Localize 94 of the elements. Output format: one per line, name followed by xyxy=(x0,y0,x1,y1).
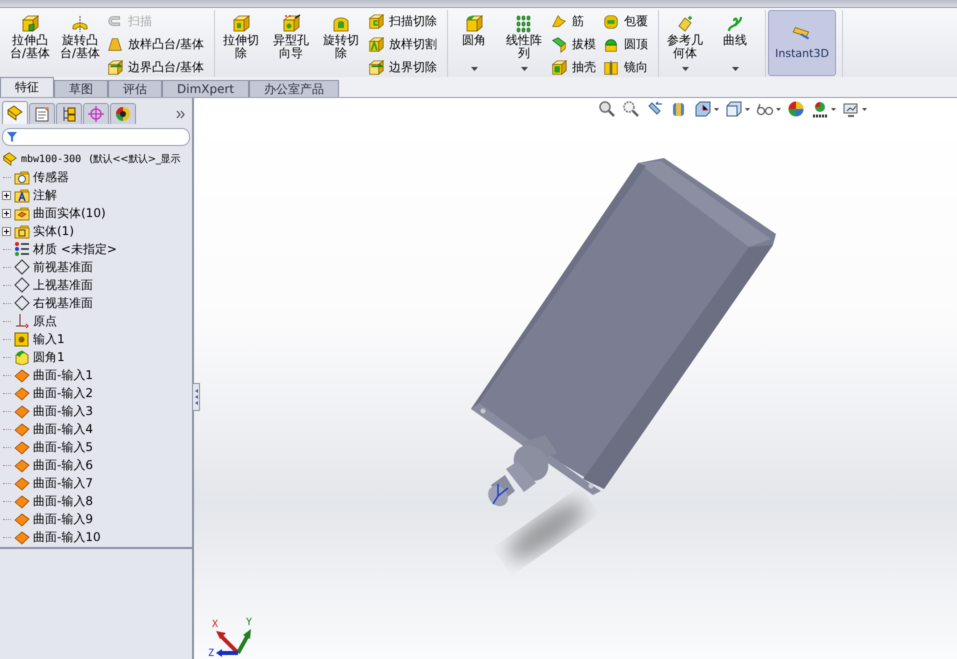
toolbar-button[interactable]: 异型孔向导 xyxy=(267,10,316,74)
toolbar-button[interactable]: 参考几何体 xyxy=(661,10,710,74)
caret-icon[interactable] xyxy=(682,67,689,71)
panel-tab[interactable] xyxy=(110,103,136,124)
tree-item[interactable]: 曲面-输入1 xyxy=(2,366,192,384)
toolbar-button[interactable]: 旋转凸台/基体 xyxy=(56,10,104,74)
arrows-icon xyxy=(194,388,198,406)
tree-item[interactable]: mbw100-300 (默认<<默认>_显示 xyxy=(2,150,192,168)
surface-icon xyxy=(14,457,30,473)
caret-icon[interactable] xyxy=(470,67,478,71)
panel-tab[interactable] xyxy=(2,101,28,124)
tree-item[interactable]: 圆角1 xyxy=(2,348,192,366)
origin-icon xyxy=(14,313,30,329)
tree-item[interactable]: 右视基准面 xyxy=(2,294,192,312)
tab[interactable]: DimXpert xyxy=(162,80,250,97)
tree-item[interactable]: 曲面实体(10) xyxy=(2,204,192,222)
toggle-button[interactable]: Instant3D xyxy=(768,10,836,76)
zoom-fit-icon[interactable] xyxy=(598,100,616,118)
toolbar-button[interactable]: 拉伸切除 xyxy=(217,10,266,74)
caret-icon[interactable] xyxy=(745,108,750,110)
panel-tab[interactable] xyxy=(56,103,82,124)
annotation-icon xyxy=(14,187,30,203)
tab[interactable]: 草图 xyxy=(54,80,108,97)
surface-icon xyxy=(14,475,30,491)
toolbar-button[interactable]: 扫描切除 xyxy=(367,11,442,32)
tree-item[interactable]: 曲面-输入3 xyxy=(2,402,192,420)
expand-icon[interactable] xyxy=(2,208,11,218)
toolbar-button[interactable]: 圆顶 xyxy=(602,34,652,55)
toolbar-button[interactable]: 拉伸凸台/基体 xyxy=(6,10,54,74)
tab[interactable]: 特征 xyxy=(0,77,54,97)
toolbar-button[interactable]: 圆角 xyxy=(450,10,498,74)
axis-triad-drawing: X Y Z xyxy=(208,615,256,657)
display-style-icon[interactable] xyxy=(725,100,743,118)
tree-item[interactable]: 曲面-输入9 xyxy=(2,510,192,528)
tree-item[interactable]: 曲面-输入5 xyxy=(2,438,192,456)
surface-icon xyxy=(14,367,30,383)
toolbar-button[interactable]: 放样切割 xyxy=(367,34,442,55)
toolbar-button[interactable]: 筋 xyxy=(550,11,600,32)
toolbar-button[interactable]: 抽壳 xyxy=(550,57,600,78)
caret-icon[interactable] xyxy=(714,108,719,110)
tree-item[interactable]: 曲面-输入2 xyxy=(2,384,192,402)
caret-icon[interactable] xyxy=(831,108,836,110)
tree-item[interactable]: 曲面-输入4 xyxy=(2,420,192,438)
plane-icon xyxy=(14,259,30,275)
caret-icon[interactable] xyxy=(862,108,867,110)
tree-item[interactable]: 实体(1) xyxy=(2,222,192,240)
tree-item[interactable]: 材质 <未指定> xyxy=(2,240,192,258)
tab[interactable]: 评估 xyxy=(108,80,162,97)
toolbar-button[interactable]: 镜向 xyxy=(602,57,652,78)
surface-folder-icon xyxy=(14,205,30,221)
tree-item[interactable]: 上视基准面 xyxy=(2,276,192,294)
surface-icon xyxy=(14,385,30,401)
toolbar-button[interactable]: 边界凸台/基体 xyxy=(106,57,208,78)
caret-icon[interactable] xyxy=(520,67,528,71)
caret-icon[interactable] xyxy=(776,108,781,110)
tree-item[interactable]: 注解 xyxy=(2,186,192,204)
panel-tab[interactable] xyxy=(29,103,55,124)
target-icon xyxy=(87,105,105,123)
tree-item[interactable]: 曲面-输入7 xyxy=(2,474,192,492)
scene-icon[interactable] xyxy=(811,100,829,118)
tree-item[interactable]: 输入1 xyxy=(2,330,192,348)
surface-icon xyxy=(14,439,30,455)
chevron-icon[interactable] xyxy=(176,110,186,119)
expand-icon[interactable] xyxy=(2,190,11,200)
zoom-area-icon[interactable] xyxy=(622,100,640,118)
surface-icon xyxy=(14,529,30,545)
surface-icon xyxy=(14,511,30,527)
toolbar-button[interactable]: 包覆 xyxy=(602,11,652,32)
mirror-icon xyxy=(602,58,620,76)
expand-icon[interactable] xyxy=(2,226,11,236)
color-ball-icon[interactable] xyxy=(787,100,805,118)
toolbar-button[interactable]: 拔模 xyxy=(550,34,600,55)
toolbar-button[interactable]: 线性阵列 xyxy=(500,10,548,74)
toolbar-button[interactable]: 旋转切除 xyxy=(317,10,366,74)
plane-icon xyxy=(14,277,30,293)
tree-item[interactable]: 曲面-输入6 xyxy=(2,456,192,474)
toolbar-button[interactable]: 放样凸台/基体 xyxy=(106,34,208,55)
tree-item[interactable]: 曲面-输入10 xyxy=(2,528,192,546)
tree-item[interactable]: 原点 xyxy=(2,312,192,330)
material-icon xyxy=(14,241,30,257)
tree-item[interactable]: 曲面-输入8 xyxy=(2,492,192,510)
filter-field[interactable] xyxy=(2,128,190,146)
tree-item[interactable]: 前视基准面 xyxy=(2,258,192,276)
surface-icon xyxy=(14,421,30,437)
plane-icon xyxy=(14,295,30,311)
toolbar-button[interactable]: 曲线 xyxy=(711,10,760,74)
tab[interactable]: 办公室产品 xyxy=(249,80,340,97)
filter-icon xyxy=(6,131,18,143)
tree-item[interactable]: 传感器 xyxy=(2,168,192,186)
splitter-handle[interactable] xyxy=(193,383,200,411)
surface-icon xyxy=(14,493,30,509)
toolbar-button[interactable]: 边界切除 xyxy=(367,57,442,78)
surface-icon xyxy=(14,403,30,419)
caret-icon[interactable] xyxy=(732,67,739,71)
